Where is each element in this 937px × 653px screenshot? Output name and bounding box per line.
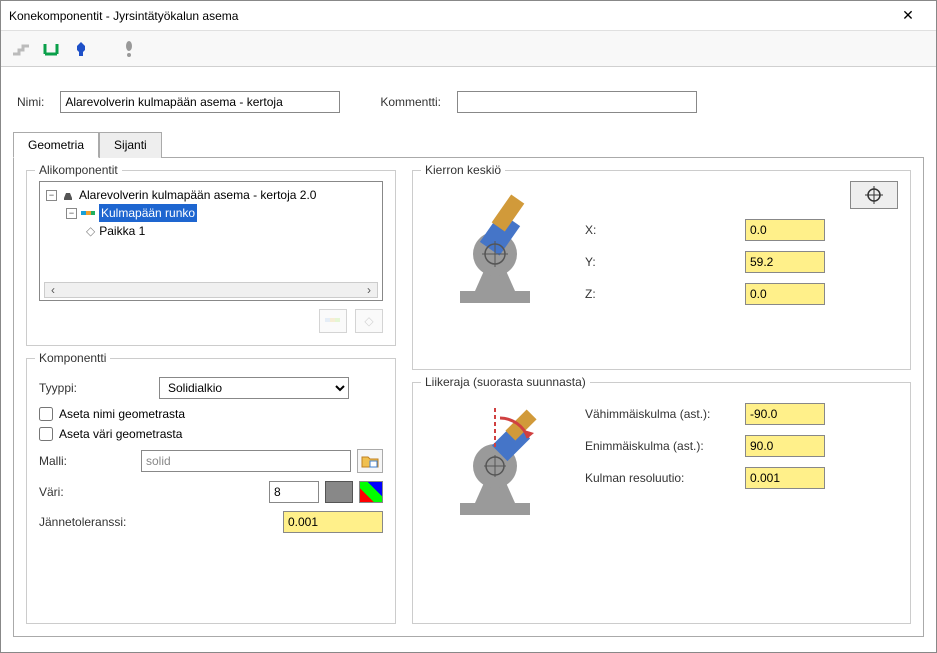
y-label: Y: bbox=[585, 255, 745, 269]
set-color-geom-label: Aseta väri geometrasta bbox=[59, 427, 182, 441]
tree-row-child2[interactable]: ◇ Paikka 1 bbox=[46, 222, 376, 240]
tree-child2-label: Paikka 1 bbox=[99, 222, 145, 240]
expand-icon[interactable]: − bbox=[46, 190, 57, 201]
row-resolution: Kulman resoluutio: bbox=[585, 467, 898, 489]
rotation-center-diagram bbox=[425, 181, 565, 321]
pick-center-button[interactable] bbox=[850, 181, 898, 209]
tree-row-child1[interactable]: − Kulmapään runko bbox=[46, 204, 376, 222]
tree-child1-label: Kulmapään runko bbox=[99, 204, 197, 222]
add-slot-button[interactable]: ◇ bbox=[355, 309, 383, 333]
tool-chain-icon[interactable] bbox=[9, 37, 33, 61]
subcomponent-buttons: ◇ bbox=[39, 309, 383, 333]
right-column: Kierron keskiö bbox=[412, 170, 911, 624]
z-input[interactable] bbox=[745, 283, 825, 305]
row-type: Tyyppi: Solidialkio bbox=[39, 377, 383, 399]
row-z: Z: bbox=[585, 283, 898, 305]
model-input bbox=[141, 450, 351, 472]
slot-icon: ◇ bbox=[86, 222, 95, 240]
name-label: Nimi: bbox=[17, 95, 44, 109]
type-select[interactable]: Solidialkio bbox=[159, 377, 349, 399]
rotation-center-params: X: Y: Z: bbox=[585, 181, 898, 321]
titlebar: Konekomponentit - Jyrsintätyökalun asema… bbox=[1, 1, 936, 31]
range-params: Vähimmäiskulma (ast.): Enimmäiskulma (as… bbox=[585, 393, 898, 533]
segment-icon bbox=[81, 208, 95, 218]
x-label: X: bbox=[585, 223, 745, 237]
group-range-legend: Liikeraja (suorasta suunnasta) bbox=[421, 375, 590, 389]
group-subcomponents: Alikomponentit − Alarevolverin kulmapään… bbox=[26, 170, 396, 346]
row-max-angle: Enimmäiskulma (ast.): bbox=[585, 435, 898, 457]
max-angle-input[interactable] bbox=[745, 435, 825, 457]
range-diagram bbox=[425, 393, 565, 533]
x-input[interactable] bbox=[745, 219, 825, 241]
color-palette-button[interactable] bbox=[359, 481, 383, 503]
comment-input[interactable] bbox=[457, 91, 697, 113]
tree-row-root[interactable]: − Alarevolverin kulmapään asema - kertoj… bbox=[46, 186, 376, 204]
color-label: Väri: bbox=[39, 485, 159, 499]
row-set-color-geom: Aseta väri geometrasta bbox=[39, 427, 383, 441]
scroll-right-icon[interactable]: › bbox=[361, 283, 377, 297]
comment-label: Kommentti: bbox=[380, 95, 441, 109]
add-subcomponent-button[interactable] bbox=[319, 309, 347, 333]
tree-hscrollbar[interactable]: ‹ › bbox=[44, 282, 378, 298]
slot-icon: ◇ bbox=[364, 314, 373, 328]
tess-label: Jännetoleranssi: bbox=[39, 515, 159, 529]
row-model: Malli: bbox=[39, 449, 383, 473]
group-component: Komponentti Tyyppi: Solidialkio Aseta ni… bbox=[26, 358, 396, 624]
z-label: Z: bbox=[585, 287, 745, 301]
group-range: Liikeraja (suorasta suunnasta) bbox=[412, 382, 911, 624]
color-index-input[interactable] bbox=[269, 481, 319, 503]
tool-warning-icon[interactable] bbox=[117, 37, 141, 61]
row-set-name-geom: Aseta nimi geometrasta bbox=[39, 407, 383, 421]
rotation-center-body: X: Y: Z: bbox=[425, 181, 898, 321]
y-input[interactable] bbox=[745, 251, 825, 273]
tree-view[interactable]: − Alarevolverin kulmapään asema - kertoj… bbox=[39, 181, 383, 301]
machine-icon bbox=[61, 188, 75, 202]
color-swatch bbox=[325, 481, 353, 503]
row-min-angle: Vähimmäiskulma (ast.): bbox=[585, 403, 898, 425]
tabstrip: Geometria Sijanti bbox=[13, 131, 924, 157]
min-angle-input[interactable] bbox=[745, 403, 825, 425]
tess-input[interactable] bbox=[283, 511, 383, 533]
row-x: X: bbox=[585, 219, 898, 241]
tab-panel-geometria: Alikomponentit − Alarevolverin kulmapään… bbox=[13, 157, 924, 637]
max-angle-label: Enimmäiskulma (ast.): bbox=[585, 439, 745, 453]
tool-bracket-icon[interactable] bbox=[39, 37, 63, 61]
row-y: Y: bbox=[585, 251, 898, 273]
min-angle-label: Vähimmäiskulma (ast.): bbox=[585, 407, 745, 421]
expand-icon[interactable]: − bbox=[66, 208, 77, 219]
resolution-input[interactable] bbox=[745, 467, 825, 489]
model-label: Malli: bbox=[39, 454, 141, 468]
type-label: Tyyppi: bbox=[39, 381, 159, 395]
row-color: Väri: bbox=[39, 481, 383, 503]
browse-model-button[interactable] bbox=[357, 449, 383, 473]
window-title: Konekomponentit - Jyrsintätyökalun asema bbox=[9, 9, 888, 23]
tree-root-label: Alarevolverin kulmapään asema - kertoja … bbox=[79, 186, 316, 204]
close-button[interactable]: ✕ bbox=[888, 7, 928, 24]
group-rotation-center: Kierron keskiö bbox=[412, 170, 911, 370]
tabs: Geometria Sijanti Alikomponentit − Alare… bbox=[13, 131, 924, 637]
group-rotation-center-legend: Kierron keskiö bbox=[421, 163, 505, 177]
scroll-left-icon[interactable]: ‹ bbox=[45, 283, 61, 297]
set-name-geom-checkbox[interactable] bbox=[39, 407, 53, 421]
range-body: Vähimmäiskulma (ast.): Enimmäiskulma (as… bbox=[425, 393, 898, 533]
tab-geometria[interactable]: Geometria bbox=[13, 132, 99, 158]
group-component-legend: Komponentti bbox=[35, 351, 110, 365]
set-color-geom-checkbox[interactable] bbox=[39, 427, 53, 441]
left-column: Alikomponentit − Alarevolverin kulmapään… bbox=[26, 170, 396, 624]
name-input[interactable] bbox=[60, 91, 340, 113]
set-name-geom-label: Aseta nimi geometrasta bbox=[59, 407, 185, 421]
toolbar bbox=[1, 31, 936, 67]
group-subcomponents-legend: Alikomponentit bbox=[35, 163, 122, 177]
header-form: Nimi: Kommentti: bbox=[1, 67, 936, 131]
row-tess: Jännetoleranssi: bbox=[39, 511, 383, 533]
tab-sijanti[interactable]: Sijanti bbox=[99, 132, 162, 158]
resolution-label: Kulman resoluutio: bbox=[585, 471, 745, 485]
tool-fixture-icon[interactable] bbox=[69, 37, 93, 61]
